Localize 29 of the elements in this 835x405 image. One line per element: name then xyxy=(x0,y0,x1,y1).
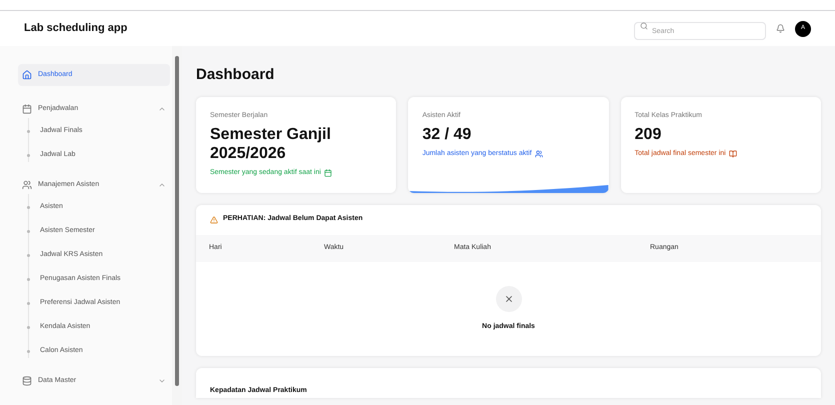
close-icon xyxy=(504,294,514,304)
bullet-icon xyxy=(27,350,30,352)
warning-icon xyxy=(210,216,218,224)
stat-value: 32 / 49 xyxy=(422,125,472,144)
bullet-icon xyxy=(27,302,30,304)
chevron-up-icon xyxy=(158,181,166,189)
chevron-down-icon xyxy=(158,377,166,385)
calendar-icon xyxy=(22,104,32,114)
users-icon xyxy=(534,150,543,158)
stat-value: Semester Ganjil 2025/2026 xyxy=(210,125,332,163)
database-icon xyxy=(22,376,32,386)
home-icon xyxy=(22,70,32,80)
page-title: Dashboard xyxy=(196,65,276,85)
stat-value: 209 xyxy=(634,125,662,144)
search-icon xyxy=(640,22,648,30)
chevron-up-icon xyxy=(158,105,166,113)
bullet-icon xyxy=(27,254,30,256)
app-title: Lab scheduling app xyxy=(24,21,128,36)
bullet-icon xyxy=(27,230,30,232)
bullet-icon xyxy=(27,326,30,328)
bullet-icon xyxy=(27,206,30,208)
scrollbar[interactable] xyxy=(172,46,182,405)
bullet-icon xyxy=(27,278,30,280)
users-icon xyxy=(22,180,32,190)
book-icon xyxy=(728,150,737,158)
bullet-icon xyxy=(27,130,30,132)
bell-icon[interactable] xyxy=(776,24,785,33)
calendar-icon xyxy=(324,169,332,178)
bullet-icon xyxy=(27,154,30,156)
